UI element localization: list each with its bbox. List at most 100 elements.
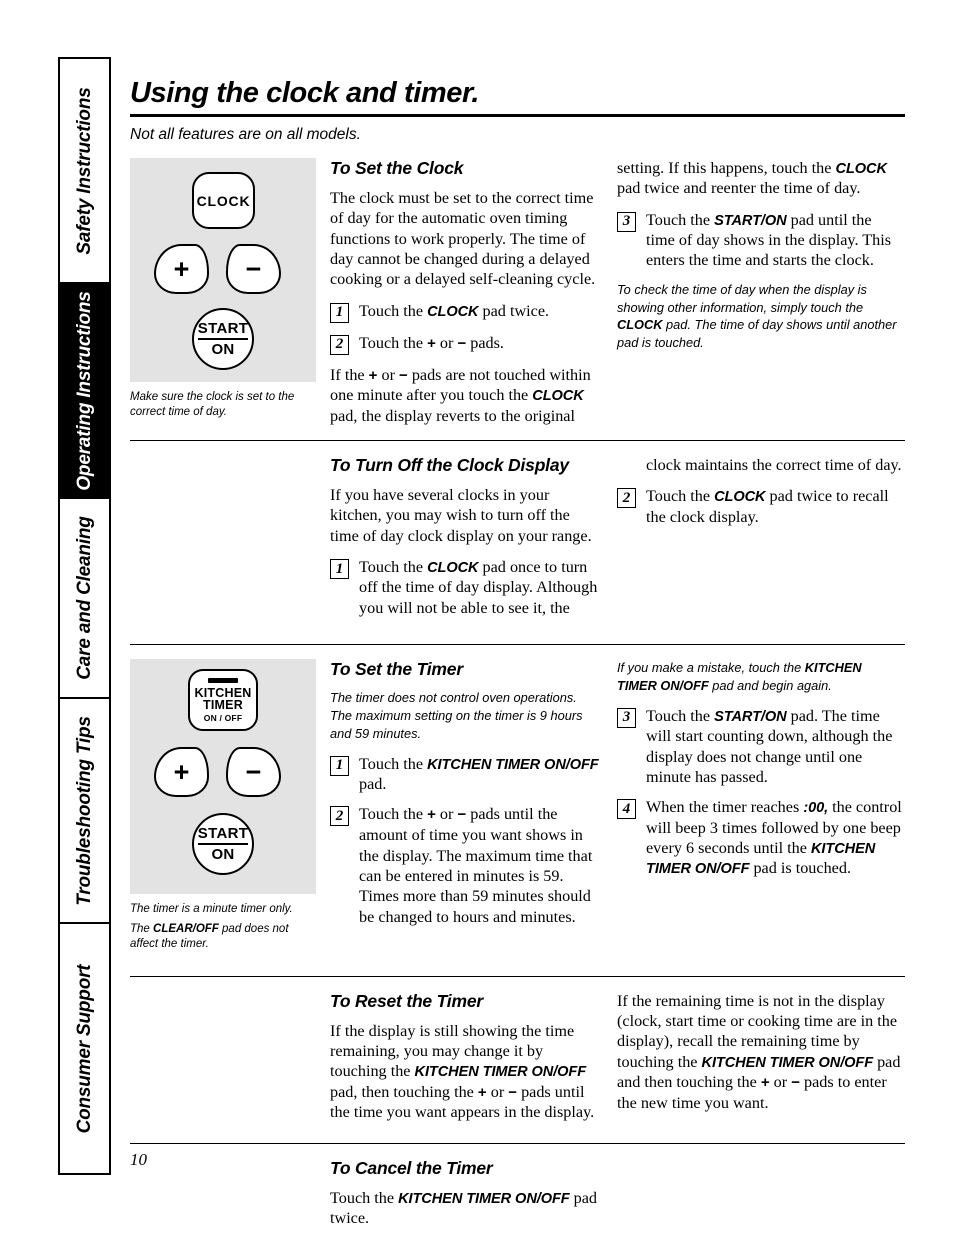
step-text: Touch the KITCHEN TIMER ON/OFF pad. — [359, 754, 599, 795]
sidebar-tab-troubleshooting-tips[interactable]: Troubleshooting Tips — [60, 699, 109, 924]
step-text-pre: Touch the — [359, 754, 428, 773]
timeout-mid: or — [377, 365, 399, 384]
reset-timer-left-text: If the display is still showing the time… — [330, 1021, 599, 1123]
step-text: Touch the START/ON pad until the time of… — [646, 210, 904, 271]
indicator-bar-icon — [208, 677, 238, 683]
caption-line-1: Make sure the clock is set to the — [130, 391, 295, 403]
step-number: 2 — [617, 488, 636, 509]
page-title: Using the clock and timer. — [130, 77, 479, 109]
timeout-post2: pad, the display reverts to the original — [330, 406, 575, 425]
section-set-the-clock: CLOCK + − START ON Make sure the clock i… — [130, 144, 905, 426]
mistake-post: pad and begin again. — [708, 677, 832, 693]
plus-symbol: + — [760, 1073, 770, 1091]
plus-symbol: + — [427, 334, 436, 352]
minus-symbol: − — [791, 1073, 800, 1091]
on-off-label: ON / OFF — [203, 713, 243, 723]
clock-illustration-column: CLOCK + − START ON Make sure the clock i… — [130, 158, 330, 426]
set-clock-step-2: 2 Touch the + or − pads. — [330, 333, 599, 355]
heading-reset-the-timer: To Reset the Timer — [330, 990, 483, 1011]
text-or: or — [769, 1072, 792, 1091]
text-mid: pad, then touching the — [330, 1082, 478, 1101]
section-reset-the-timer: To Reset the Timer If the display is sti… — [130, 977, 905, 1123]
sidebar-tab-label: Safety Instructions — [73, 86, 95, 255]
pad-name-clock: CLOCK — [427, 303, 479, 320]
note-pre: To check the time of day when the displa… — [617, 281, 867, 315]
set-clock-step-1: 1 Touch the CLOCK pad twice. — [330, 301, 599, 323]
cont-pre: setting. If this happens, touch the — [617, 159, 836, 177]
set-timer-step-2: 2 Touch the + or − pads until the amount… — [330, 804, 599, 926]
title-divider — [130, 114, 905, 117]
step-text-pre: Touch the — [359, 301, 428, 320]
step-number: 3 — [617, 707, 636, 728]
minus-symbol: − — [457, 334, 467, 352]
timeout-pre: If the — [330, 365, 369, 384]
timer-label: TIMER — [203, 698, 243, 713]
cancel-timer-left-column: To Cancel the Timer Touch the KITCHEN TI… — [330, 1158, 617, 1229]
step-text: Touch the CLOCK pad once to turn off the… — [359, 557, 599, 618]
set-clock-intro: The clock must be set to the correct tim… — [330, 189, 596, 289]
step-text-mid: or — [435, 805, 458, 824]
step-text-pre: Touch the — [646, 487, 715, 506]
clock-illustration-caption: Make sure the clock is set to the correc… — [130, 390, 316, 420]
step-text: Touch the + or − pads until the amount o… — [359, 804, 599, 926]
set-clock-timeout-note: If the + or − pads are not touched withi… — [330, 365, 599, 426]
cancel-timer-text: Touch the KITCHEN TIMER ON/OFF pad twice… — [330, 1188, 599, 1229]
cont-post: pad twice and reenter the time of day. — [617, 179, 861, 198]
on-label: ON — [211, 340, 235, 358]
timer-zero-value: :00, — [803, 800, 829, 817]
set-timer-step-1: 1 Touch the KITCHEN TIMER ON/OFF pad. — [330, 754, 599, 795]
pad-name-clock: CLOCK — [617, 317, 663, 333]
on-label: ON — [211, 845, 235, 863]
sidebar-tab-care-and-cleaning[interactable]: Care and Cleaning — [60, 499, 109, 699]
cancel-timer-right-column — [617, 1158, 904, 1229]
section-cancel-the-timer: To Cancel the Timer Touch the KITCHEN TI… — [130, 1144, 905, 1229]
kitchen-timer-pad-icon: KITCHEN TIMER ON / OFF — [188, 669, 258, 732]
set-clock-step-3: 3 Touch the START/ON pad until the time … — [617, 210, 904, 271]
set-clock-right-column: setting. If this happens, touch the CLOC… — [617, 158, 904, 426]
step-text: Touch the CLOCK pad twice. — [359, 301, 549, 323]
turn-off-clock-step-2: 2 Touch the CLOCK pad twice to recall th… — [617, 486, 904, 527]
caption-line-2: correct time of day. — [130, 406, 227, 419]
pad-name-kitchen-timer-on-off: KITCHEN TIMER ON/OFF — [398, 1190, 570, 1207]
pad-name-clock: CLOCK — [714, 489, 766, 506]
step-number: 4 — [617, 799, 636, 820]
step-number: 1 — [330, 302, 349, 323]
heading-set-the-timer: To Set the Timer — [330, 659, 463, 680]
section-turn-off-clock-display: To Turn Off the Clock Display If you hav… — [130, 441, 905, 628]
pad-name-kitchen-timer-on-off: KITCHEN TIMER ON/OFF — [414, 1064, 587, 1081]
step-text-post: pad twice. — [478, 301, 550, 320]
pad-name-kitchen-timer-on-off: KITCHEN TIMER ON/OFF — [701, 1054, 874, 1071]
step-text-pre: Touch the — [359, 333, 428, 352]
step-text-pre: Touch the — [646, 706, 715, 725]
mistake-pre: If you make a mistake, touch the — [617, 660, 805, 676]
sidebar-tab-label: Operating Instructions — [73, 290, 95, 491]
pad-name-start-on: START/ON — [714, 708, 787, 725]
plus-symbol: + — [427, 806, 436, 824]
heading-set-the-clock: To Set the Clock — [330, 158, 464, 178]
turn-off-clock-left-column: To Turn Off the Clock Display If you hav… — [330, 455, 617, 628]
empty-illustration-column — [130, 455, 330, 628]
turn-off-clock-right-column: clock maintains the correct time of day.… — [617, 455, 904, 628]
sidebar-tab-consumer-support[interactable]: Consumer Support — [60, 924, 109, 1173]
turn-off-clock-intro: If you have several clocks in your kitch… — [330, 486, 592, 545]
pad-name-clock: CLOCK — [532, 388, 584, 405]
set-timer-right-column: If you make a mistake, touch the KITCHEN… — [617, 659, 904, 958]
page-content: Using the clock and timer. Not all featu… — [130, 57, 905, 1228]
step-text-mid: or — [435, 333, 458, 352]
pad-name-clock: CLOCK — [427, 560, 479, 577]
plus-pad-icon: + — [154, 747, 209, 798]
minus-symbol: − — [399, 366, 408, 384]
section-tab-rail: Safety Instructions Operating Instructio… — [58, 57, 111, 1175]
set-timer-step-3: 3 Touch the START/ON pad. The time will … — [617, 706, 904, 787]
reset-timer-right-text: If the remaining time is not in the disp… — [617, 991, 904, 1113]
sidebar-tab-safety-instructions[interactable]: Safety Instructions — [60, 59, 109, 284]
step-text-post: pads until the amount of time you want s… — [359, 805, 593, 926]
sidebar-tab-operating-instructions[interactable]: Operating Instructions — [60, 284, 109, 499]
step-text: Touch the START/ON pad. The time will st… — [646, 706, 904, 787]
clock-pad-icon: CLOCK — [192, 172, 255, 229]
caption-line-1: The timer is a minute timer only. — [130, 903, 293, 916]
minus-pad-icon: − — [226, 244, 281, 294]
turn-off-clock-step-1: 1 Touch the CLOCK pad once to turn off t… — [330, 557, 599, 618]
